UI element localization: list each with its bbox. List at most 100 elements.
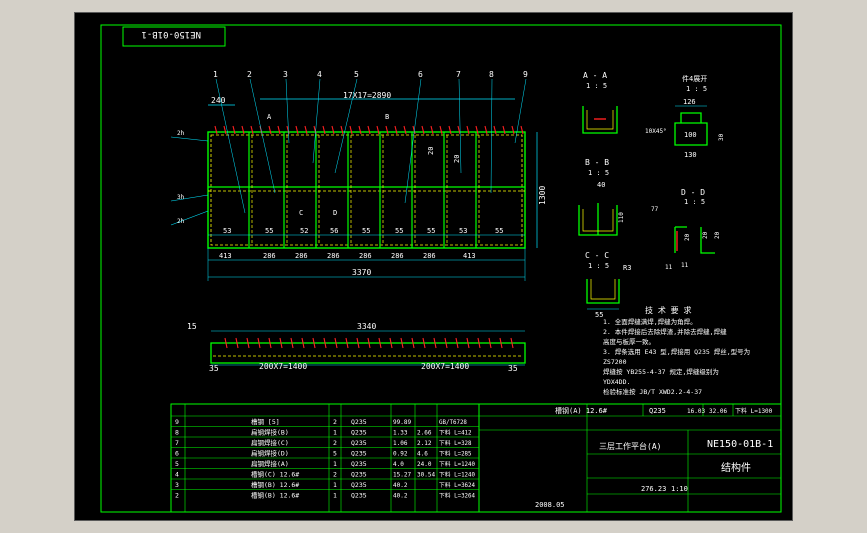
tb-row1-mat: Q235 xyxy=(649,407,666,415)
note-line: 焊缝按 YB255-4-37 规定,焊缝级别为 xyxy=(603,367,719,376)
note-line: 2. 本件焊接后去除焊渣,并除去焊缝,焊缝 xyxy=(603,327,727,336)
weld-tick xyxy=(430,125,434,135)
bom-name: 扁钢焊接(A) xyxy=(251,459,289,468)
section-bb-scale: 1 : 5 xyxy=(588,169,609,177)
bom-qty: 2 xyxy=(333,471,337,479)
span-label: 413 xyxy=(219,252,232,260)
cell-labels: 53 55 52 56 55 55 55 53 55 xyxy=(223,227,503,235)
side-left-len: 15 xyxy=(187,322,197,331)
dim-vert-1: 20 xyxy=(427,147,435,155)
side-span-left: 200X7=1400 xyxy=(259,362,307,371)
weld-tick xyxy=(511,125,515,135)
bom-no: 9 xyxy=(175,418,179,426)
detail-dim-2: 130 xyxy=(684,151,697,159)
bom-note: 下料 L=285 xyxy=(439,450,472,458)
bom-note: 下料 L=3624 xyxy=(439,481,476,489)
span-labels: 413 286 286 286 286 286 286 413 xyxy=(219,252,476,260)
section-bb-dim2: 110 xyxy=(618,212,625,223)
span-label: 413 xyxy=(463,252,476,260)
bom-no: 5 xyxy=(175,460,179,468)
weld-tick xyxy=(376,125,380,135)
cad-drawing: NE150-01B-1 17X17=2890 240 1300 53 55 52 56… xyxy=(100,24,782,513)
balloon-leader xyxy=(285,78,290,144)
weld-tick xyxy=(268,125,272,135)
balloon-label: 6 xyxy=(418,70,423,79)
weld-tick xyxy=(457,125,461,135)
section-dd-dim-3: 20 xyxy=(714,231,721,239)
bom-mat: Q235 xyxy=(351,471,367,479)
weld-tick xyxy=(466,125,470,135)
section-dd: D - D 1 : 5 11 20 20 20 77 11 xyxy=(651,188,721,271)
bom-name: 扁钢焊接(B) xyxy=(251,428,289,437)
bom-note: 下料 L=1240 xyxy=(439,460,476,468)
balloon-label: 5 xyxy=(354,70,359,79)
main-view: 17X17=2890 240 1300 53 55 52 56 55 55 55 53 55 4… xyxy=(170,70,547,281)
detail-dim-3: 30 xyxy=(718,133,725,141)
balloon-label: 9 xyxy=(523,70,528,79)
weld-tick xyxy=(394,125,398,135)
note-line: YDX4DD. xyxy=(603,378,630,386)
cell-label: 55 xyxy=(495,227,503,235)
bom-mat: Q235 xyxy=(351,418,367,426)
note-line: ZS7200 xyxy=(603,358,627,366)
tb-name: 结构件 xyxy=(721,461,751,474)
dim-left-offset-text: 240 xyxy=(211,96,226,105)
balloon-leader xyxy=(249,78,276,194)
bom-note: 下料 L=328 xyxy=(439,439,472,447)
bom-w2: 2.66 xyxy=(417,430,432,437)
section-dd-shape xyxy=(674,226,715,254)
bom-no: 6 xyxy=(175,450,179,458)
span-label: 286 xyxy=(423,252,436,260)
weld-label-3: 2h xyxy=(177,218,185,225)
tb-weight: 276.23 xyxy=(641,485,666,493)
drawing-frame xyxy=(100,24,782,513)
dim-top-text: 17X17=2890 xyxy=(343,91,391,100)
cell-label: 53 xyxy=(459,227,467,235)
weld-tick xyxy=(502,125,506,135)
note-line: 3. 焊条选用 E43 型,焊接用 Q235 焊丝,型号为 xyxy=(603,347,750,356)
tb-part-name: 三层工作平台(A) xyxy=(599,441,661,451)
technical-notes: 技 术 要 求 1. 全面焊缝满焊,焊缝为角焊。2. 本件焊接后去除焊渣,并除去… xyxy=(603,305,750,396)
weld-tick xyxy=(421,125,425,135)
balloon-leader xyxy=(490,78,493,194)
bom-note: 下料 L=1240 xyxy=(439,471,476,479)
section-mark-a: A xyxy=(267,113,272,121)
section-dd-dim-1: 20 xyxy=(684,233,691,241)
section-aa: A - A 1 : 5 xyxy=(582,71,618,134)
tb-drawing-no: NE150-01B-1 xyxy=(707,439,773,450)
bom-mat: Q235 xyxy=(351,429,367,437)
weld-label-2: 3h xyxy=(177,194,185,201)
detail-scale: 1 : 5 xyxy=(686,85,707,93)
bom-mat: Q235 xyxy=(351,450,367,458)
weld-tick xyxy=(385,125,389,135)
balloon-label: 3 xyxy=(283,70,288,79)
section-dd-scale: 1 : 5 xyxy=(684,198,705,206)
bom-qty: 1 xyxy=(333,429,337,437)
section-dd-dim-5: 11 xyxy=(681,262,689,269)
bom-qty: 5 xyxy=(333,450,337,458)
span-label: 286 xyxy=(391,252,404,260)
weld-callout-1 xyxy=(170,136,209,142)
note-line: 1. 全面焊缝满焊,焊缝为角焊。 xyxy=(603,317,697,326)
weld-tick xyxy=(340,125,344,135)
weld-tick xyxy=(277,125,281,135)
bom-mat: Q235 xyxy=(351,481,367,489)
detail-dim-1: 100 xyxy=(684,131,697,139)
section-dd-dim-2: 20 xyxy=(702,231,709,239)
section-mark-d: D xyxy=(333,209,337,217)
weld-label-1: 2h xyxy=(177,130,185,137)
span-label: 286 xyxy=(263,252,276,260)
weld-tick xyxy=(448,125,452,135)
weld-tick xyxy=(493,125,497,135)
balloon-leader xyxy=(404,78,422,204)
drawing-sheet: NE150-01B-1 17X17=2890 240 1300 53 55 52 56… xyxy=(74,12,793,521)
section-bb-shape xyxy=(578,203,618,236)
bom-name: 槽钢(C) 12.6# xyxy=(251,470,299,479)
bom-table: 9 槽钢 [5] 2 Q235 99.89 GB/T6728 8 扁钢焊接(B) 1 Q235 1.… xyxy=(170,403,480,513)
tb-row1-a: 16.03 xyxy=(687,408,705,415)
bom-no: 2 xyxy=(175,492,179,500)
bom-qty: 2 xyxy=(333,418,337,426)
title-block-frame xyxy=(478,403,782,513)
bom-w1: 0.92 xyxy=(393,451,408,458)
bom-no: 3 xyxy=(175,481,179,489)
